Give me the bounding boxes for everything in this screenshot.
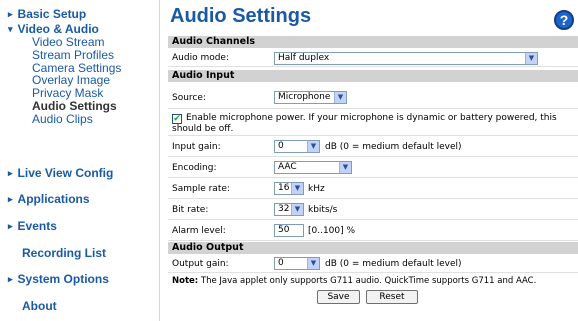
nav-recording-list[interactable]: Recording List [22,246,106,260]
nav-events[interactable]: ▸ Events [8,219,57,233]
chevron-down-icon: ▼ [291,204,303,215]
chevron-down-icon: ▼ [307,258,319,269]
chevron-down-icon: ▼ [339,162,351,173]
subnav-audio-settings[interactable]: Audio Settings [32,100,121,113]
bit-rate-select[interactable]: 32 ▼ [274,203,304,216]
section-audio-output: Audio Output [168,242,578,254]
bit-rate-unit: kbits/s [308,205,338,215]
nav-video-audio-label: Video & Audio [17,22,99,36]
source-value: Microphone [278,92,331,102]
reset-button[interactable]: Reset [366,290,418,304]
chevron-right-icon: ▸ [8,274,13,284]
encoding-value: AAC [278,162,297,172]
input-gain-value: 0 [278,141,284,151]
alarm-level-row: Alarm level: 50 [0..100] % [168,221,578,241]
encoding-row: Encoding: AAC ▼ [168,158,578,178]
nav-about[interactable]: About [22,299,57,313]
output-gain-label: Output gain: [172,259,229,269]
note-body: The Java applet only supports G711 audio… [198,276,537,286]
input-gain-row: Input gain: 0 ▼ dB (0 = medium default l… [168,137,578,157]
nav-basic-setup[interactable]: ▸ Basic Setup [8,7,86,21]
mic-power-text: Enable microphone power. If your microph… [172,113,557,134]
section-audio-input: Audio Input [168,70,578,82]
sample-rate-label: Sample rate: [172,184,230,194]
bit-rate-row: Bit rate: 32 ▼ kbits/s [168,200,578,220]
chevron-right-icon: ▸ [8,9,13,19]
chevron-down-icon: ▼ [525,53,537,64]
input-gain-label: Input gain: [172,142,221,152]
source-row: Source: Microphone ▼ [168,83,578,109]
source-label: Source: [172,93,206,103]
chevron-down-icon: ▾ [8,24,13,34]
subnav-stream-profiles[interactable]: Stream Profiles [32,48,121,62]
subnav-audio-clips[interactable]: Audio Clips [32,112,121,126]
nav-live-view-config[interactable]: ▸ Live View Config [8,166,113,180]
note-label: Note: [172,276,199,286]
sample-rate-unit: kHz [308,184,325,194]
nav-system-options[interactable]: ▸ System Options [8,272,109,286]
section-audio-channels: Audio Channels [168,36,578,48]
audio-mode-label: Audio mode: [172,53,229,63]
audio-mode-select[interactable]: Half duplex ▼ [274,52,538,65]
encoding-label: Encoding: [172,163,217,173]
sample-rate-row: Sample rate: 16 ▼ kHz [168,179,578,199]
nav-live-view-label: Live View Config [17,166,114,180]
nav-applications-label: Applications [17,192,90,206]
alarm-level-input[interactable]: 50 [274,224,304,237]
video-audio-submenu: Video Stream Stream Profiles Camera Sett… [32,36,121,126]
audio-mode-row: Audio mode: Half duplex ▼ [168,49,578,67]
input-gain-unit: dB (0 = medium default level) [325,142,462,152]
input-gain-select[interactable]: 0 ▼ [274,140,320,153]
alarm-level-unit: [0..100] % [308,226,356,236]
chevron-down-icon: ▼ [291,183,303,194]
chevron-right-icon: ▸ [8,221,13,231]
chevron-down-icon: ▼ [334,92,346,103]
save-button[interactable]: Save [317,290,360,304]
nav-basic-setup-label: Basic Setup [17,7,87,21]
encoding-select[interactable]: AAC ▼ [274,161,352,174]
source-select[interactable]: Microphone ▼ [274,91,347,104]
note-text: Note: The Java applet only supports G711… [172,276,536,286]
output-gain-unit: dB (0 = medium default level) [325,259,462,269]
help-icon[interactable]: ? [554,10,574,30]
chevron-right-icon: ▸ [8,194,13,204]
chevron-right-icon: ▸ [8,168,13,178]
output-gain-row: Output gain: 0 ▼ dB (0 = medium default … [168,255,578,273]
subnav-video-stream[interactable]: Video Stream [32,36,121,49]
mic-power-row: ✔ Enable microphone power. If your micro… [168,110,578,136]
sample-rate-value: 16 [278,183,290,193]
sidebar-nav: ▸ Basic Setup ▾ Video & Audio Video Stream… [0,0,160,321]
nav-system-options-label: System Options [17,272,109,286]
nav-applications[interactable]: ▸ Applications [8,192,90,206]
bit-rate-label: Bit rate: [172,205,209,215]
nav-events-label: Events [17,219,57,233]
nav-video-audio[interactable]: ▾ Video & Audio [8,22,99,36]
output-gain-value: 0 [278,258,284,268]
chevron-down-icon: ▼ [307,141,319,152]
bit-rate-value: 32 [278,204,290,214]
page-title: Audio Settings [170,5,312,27]
audio-mode-value: Half duplex [278,53,330,63]
output-gain-select[interactable]: 0 ▼ [274,257,320,270]
sample-rate-select[interactable]: 16 ▼ [274,182,304,195]
alarm-level-label: Alarm level: [172,226,226,236]
